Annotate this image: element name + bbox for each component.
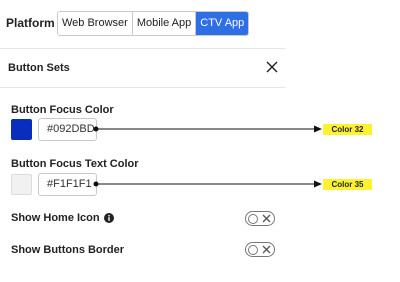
platform-option-ctv-app[interactable]: CTV App: [196, 12, 249, 35]
close-icon[interactable]: [264, 59, 280, 75]
focus-text-color-label: Button Focus Text Color: [11, 158, 139, 170]
platform-label: Platform: [6, 16, 55, 30]
toggle-off-icon: [262, 245, 271, 254]
focus-color-label: Button Focus Color: [11, 104, 114, 116]
toggle-knob: [248, 213, 258, 224]
platform-option-web-browser[interactable]: Web Browser: [58, 12, 133, 35]
divider: [0, 87, 285, 88]
show-home-icon-text: Show Home Icon: [11, 212, 100, 224]
info-icon[interactable]: [103, 213, 114, 223]
toggle-off-icon: [262, 214, 271, 223]
section-header: Button Sets: [0, 49, 285, 87]
focus-color-input[interactable]: #092DBD: [38, 118, 97, 141]
platform-selector: Web Browser Mobile App CTV App: [57, 11, 250, 36]
focus-text-color-input[interactable]: #F1F1F1: [38, 173, 97, 196]
toggle-knob: [248, 244, 258, 255]
show-buttons-border-toggle[interactable]: [245, 242, 275, 257]
arrow-head-icon: [314, 180, 322, 188]
show-home-icon-label: Show Home Icon: [11, 212, 114, 224]
settings-panel: Platform Web Browser Mobile App CTV App …: [0, 0, 285, 268]
annotation-tag: Color 35: [323, 179, 372, 190]
show-home-icon-toggle[interactable]: [245, 211, 275, 226]
platform-option-mobile-app[interactable]: Mobile App: [132, 12, 197, 35]
section-title: Button Sets: [8, 62, 70, 74]
show-buttons-border-label: Show Buttons Border: [11, 244, 124, 256]
show-buttons-border-text: Show Buttons Border: [11, 244, 125, 256]
focus-color-swatch[interactable]: [11, 119, 32, 140]
platform-bar: Platform Web Browser Mobile App CTV App: [0, 0, 285, 48]
arrow-head-icon: [314, 125, 322, 133]
annotation-tag: Color 32: [323, 124, 372, 135]
focus-text-color-swatch[interactable]: [11, 174, 32, 195]
